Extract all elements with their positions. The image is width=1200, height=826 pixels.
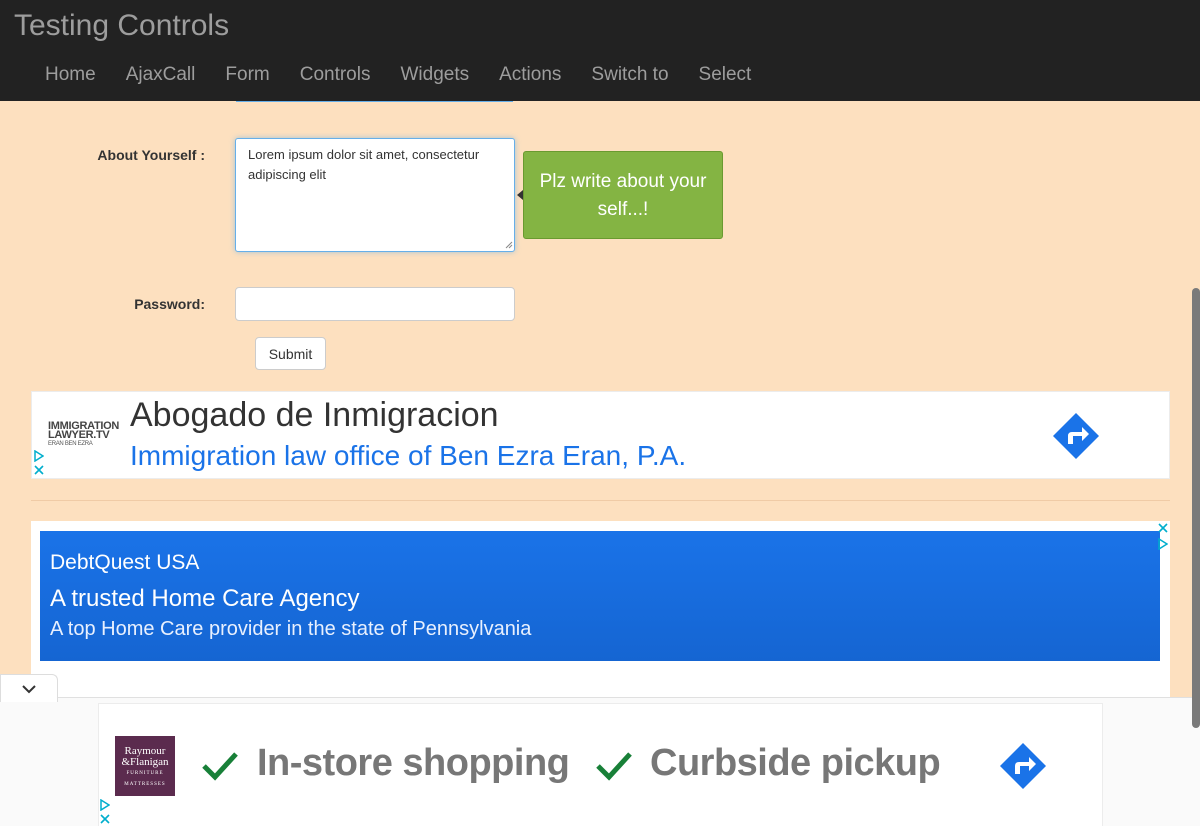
nav-widgets[interactable]: Widgets (385, 60, 484, 90)
ad-title[interactable]: Abogado de Inmigracion (130, 396, 499, 435)
page-scrollbar[interactable] (1192, 288, 1200, 728)
advertiser-logo: Raymour &Flanigan FURNITURE MATTRESSES (115, 736, 175, 796)
ad-title[interactable]: A trusted Home Care Agency (50, 585, 360, 613)
check-icon (202, 752, 238, 781)
nav-ajaxcall[interactable]: AjaxCall (111, 60, 211, 90)
adchoices-icon[interactable] (1158, 538, 1168, 550)
collapse-ad-tab[interactable] (0, 674, 58, 702)
check-icon (596, 752, 632, 781)
nav-menu: Home AjaxCall Form Controls Widgets Acti… (30, 60, 766, 90)
ad-description[interactable]: A top Home Care provider in the state of… (50, 618, 531, 641)
close-icon[interactable] (1158, 523, 1168, 533)
close-icon[interactable] (34, 465, 44, 475)
about-yourself-textarea[interactable]: Lorem ipsum dolor sit amet, consectetur … (235, 138, 515, 252)
logo-line4: MATTRESSES (124, 782, 166, 787)
ad-logo-line3: ERAN BEN EZRA (48, 441, 93, 447)
nav-actions[interactable]: Actions (484, 60, 576, 90)
ad-homecare-card[interactable]: DebtQuest USA A trusted Home Care Agency… (40, 531, 1160, 661)
logo-line2: &Flanigan (121, 756, 169, 768)
resize-grip-icon[interactable] (505, 241, 513, 249)
chevron-down-icon[interactable] (21, 683, 37, 695)
ad-subtitle[interactable]: Immigration law office of Ben Ezra Eran,… (130, 440, 686, 472)
password-label: Password: (134, 296, 205, 312)
nav-select[interactable]: Select (684, 60, 767, 90)
feature-in-store[interactable]: In-store shopping (257, 742, 570, 785)
ad-advertiser[interactable]: DebtQuest USA (50, 551, 199, 575)
directions-icon[interactable] (999, 742, 1047, 790)
ad-logo-line2: LAWYER.TV (48, 429, 110, 441)
submit-button[interactable]: Submit (255, 337, 326, 370)
ad-banner-immigration[interactable]: IMMIGRATION LAWYER.TV ERAN BEN EZRA Abog… (31, 391, 1170, 479)
logo-line3: FURNITURE (126, 771, 164, 776)
close-icon[interactable] (100, 814, 110, 824)
directions-icon[interactable] (1052, 412, 1100, 460)
nav-controls[interactable]: Controls (285, 60, 386, 90)
ad-banner-homecare[interactable]: DebtQuest USA A trusted Home Care Agency… (31, 521, 1170, 701)
navbar: Testing Controls Home AjaxCall Form Cont… (0, 0, 1200, 101)
about-yourself-label: About Yourself : (97, 147, 205, 163)
brand-title[interactable]: Testing Controls (14, 9, 229, 43)
adchoices-icon[interactable] (34, 450, 44, 462)
nav-form[interactable]: Form (210, 60, 284, 90)
nav-switch-to[interactable]: Switch to (576, 60, 683, 90)
nav-home[interactable]: Home (30, 60, 111, 90)
password-input[interactable] (235, 287, 515, 321)
divider (31, 500, 1170, 501)
sticky-ad-bar: Raymour &Flanigan FURNITURE MATTRESSES I… (0, 697, 1200, 826)
tooltip: Plz write about your self...! (523, 151, 723, 239)
feature-curbside[interactable]: Curbside pickup (650, 742, 941, 785)
ad-logo: IMMIGRATION LAWYER.TV ERAN BEN EZRA (48, 421, 119, 449)
adchoices-icon[interactable] (100, 799, 110, 811)
previous-input-edge[interactable] (236, 96, 513, 102)
ad-banner-furniture[interactable]: Raymour &Flanigan FURNITURE MATTRESSES I… (98, 703, 1103, 826)
